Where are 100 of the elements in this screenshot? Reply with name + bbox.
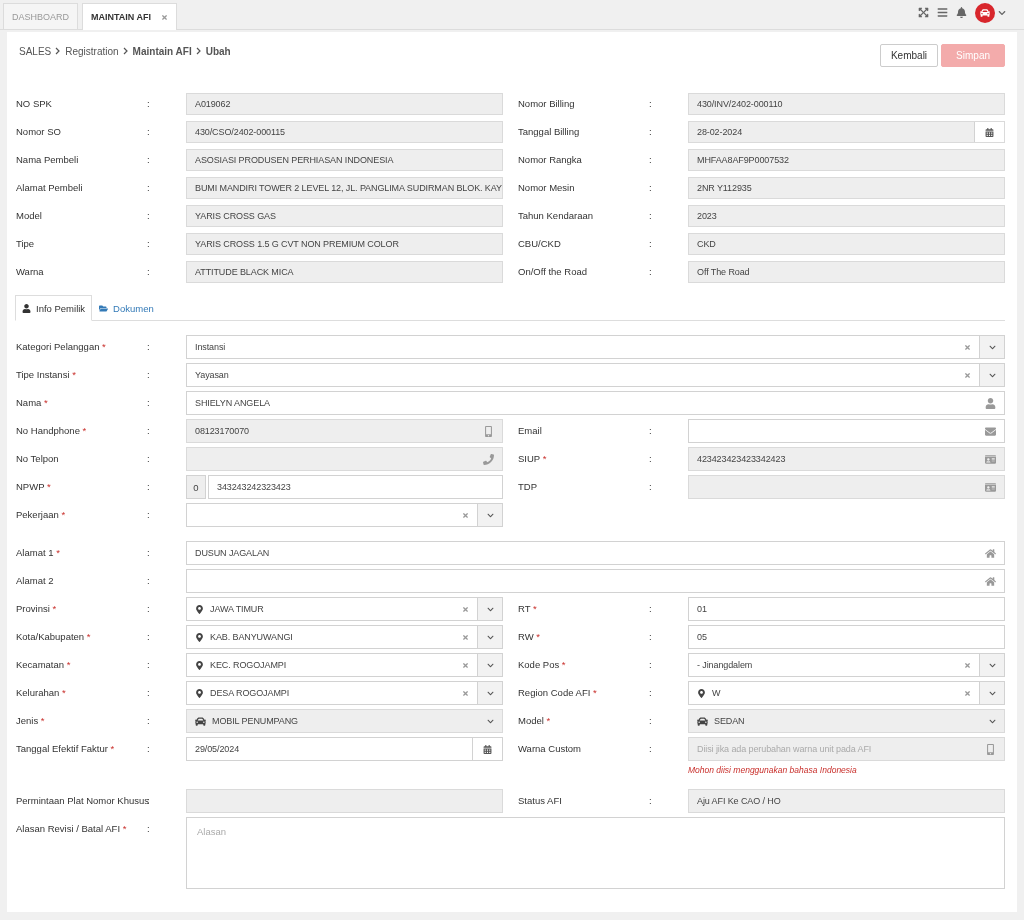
date-field[interactable]: 28-02-2024 <box>688 121 1005 143</box>
text-field[interactable]: ATTITUDE BLACK MICA <box>186 261 503 283</box>
clear-icon[interactable] <box>462 605 469 613</box>
text-field[interactable]: 343243242323423 <box>208 475 503 499</box>
pin-icon <box>195 688 204 698</box>
menu-icon[interactable] <box>937 7 948 18</box>
colon: : <box>146 396 151 410</box>
select-field[interactable]: W <box>688 681 1005 705</box>
text-field[interactable] <box>186 447 503 471</box>
text-field[interactable]: Off The Road <box>688 261 1005 283</box>
page-tab[interactable]: MAINTAIN AFI <box>82 3 177 30</box>
avatar-icon[interactable] <box>975 2 995 23</box>
clear-icon[interactable] <box>462 511 469 519</box>
clear-icon[interactable] <box>964 689 971 697</box>
caret-icon <box>486 661 494 669</box>
clear-icon[interactable] <box>964 343 971 351</box>
breadcrumb-link[interactable]: Registration <box>65 46 119 57</box>
calendar-icon <box>483 744 492 754</box>
select-field[interactable]: KAB. BANYUWANGI <box>186 625 503 649</box>
text-field[interactable]: 05 <box>688 625 1005 649</box>
chevron-icon <box>195 46 202 57</box>
breadcrumb-link[interactable]: Ubah <box>205 46 231 57</box>
breadcrumb-link[interactable]: SALES <box>19 46 52 57</box>
caret-icon <box>988 343 996 351</box>
text-field[interactable]: YARIS CROSS 1.5 G CVT NON PREMIUM COLOR <box>186 233 503 255</box>
select-field[interactable]: JAWA TIMUR <box>186 597 503 621</box>
text-field[interactable]: 430/CSO/2402-000115 <box>186 121 503 143</box>
select-field[interactable]: KEC. ROGOJAMPI <box>186 653 503 677</box>
select-field[interactable]: SEDAN <box>688 709 1005 733</box>
select-field[interactable]: MOBIL PENUMPANG <box>186 709 503 733</box>
select-field[interactable]: DESA ROGOJAMPI <box>186 681 503 705</box>
text-field[interactable]: ASOSIASI PRODUSEN PERHIASAN INDONESIA <box>186 149 503 171</box>
breadcrumb-link[interactable]: Maintain AFI <box>132 46 192 57</box>
clear-icon[interactable] <box>462 633 469 641</box>
dropdown-button[interactable] <box>477 654 502 676</box>
text-field[interactable]: Aju AFI Ke CAO / HO <box>688 789 1005 813</box>
select-field[interactable]: Instansi <box>186 335 1005 359</box>
field-label: Kota/Kabupaten * <box>15 630 92 644</box>
text-field[interactable] <box>688 475 1005 499</box>
house-icon <box>985 547 996 559</box>
field-label: Warna Custom <box>517 742 582 756</box>
clear-icon[interactable] <box>462 689 469 697</box>
text-field[interactable]: 2NR Y112935 <box>688 177 1005 199</box>
text-field[interactable]: 430/INV/2402-000110 <box>688 93 1005 115</box>
dropdown-button[interactable] <box>979 682 1004 704</box>
dropdown-button[interactable] <box>979 336 1004 358</box>
dropdown-button[interactable] <box>979 654 1004 676</box>
select-field[interactable]: - Jinangdalem <box>688 653 1005 677</box>
clear-icon[interactable] <box>964 371 971 379</box>
close-icon[interactable] <box>161 13 168 21</box>
text-field[interactable]: BUMI MANDIRI TOWER 2 LEVEL 12, JL. PANGLIMA SUDIRMAN BLOK. KAY <box>186 177 503 199</box>
select-field[interactable] <box>186 503 503 527</box>
text-field[interactable]: 423423423423342423 <box>688 447 1005 471</box>
colon: : <box>648 602 653 616</box>
dropdown-button[interactable] <box>979 364 1004 386</box>
dropdown-button[interactable] <box>477 626 502 648</box>
tab[interactable]: Dokumen <box>92 295 161 321</box>
pin-icon <box>195 632 204 642</box>
field-label: Pekerjaan * <box>15 508 67 522</box>
colon: : <box>146 237 151 251</box>
colon: : <box>146 125 151 139</box>
dropdown-button[interactable] <box>477 682 502 704</box>
text-field[interactable]: 2023 <box>688 205 1005 227</box>
text-field[interactable]: SHIELYN ANGELA <box>186 391 1005 415</box>
colon: : <box>146 714 151 728</box>
text-field[interactable] <box>688 419 1005 443</box>
field-label: No Handphone * <box>15 424 88 438</box>
caret-icon <box>486 511 494 519</box>
text-field[interactable]: 08123170070 <box>186 419 503 443</box>
calendar-button[interactable] <box>974 122 1004 142</box>
text-field[interactable]: 01 <box>688 597 1005 621</box>
clear-icon[interactable] <box>462 661 469 669</box>
colon: : <box>146 742 151 756</box>
text-field[interactable]: A019062 <box>186 93 503 115</box>
select-field[interactable]: Yayasan <box>186 363 1005 387</box>
text-field[interactable]: CKD <box>688 233 1005 255</box>
colon: : <box>146 546 151 560</box>
colon: : <box>146 452 151 466</box>
back-button[interactable]: Kembali <box>879 44 939 67</box>
text-field[interactable] <box>186 789 503 813</box>
field-label: Alamat Pembeli <box>15 181 84 195</box>
tab[interactable]: Info Pemilik <box>15 295 93 321</box>
fullscreen-icon[interactable] <box>918 7 929 18</box>
text-field[interactable] <box>186 569 1005 593</box>
caret-icon[interactable] <box>998 8 1006 17</box>
colon: : <box>648 630 653 644</box>
colon: : <box>648 97 653 111</box>
text-field[interactable]: MHFAA8AF9P0007532 <box>688 149 1005 171</box>
dropdown-button[interactable] <box>477 504 502 526</box>
chevron-icon <box>55 46 62 57</box>
colon: : <box>146 368 151 382</box>
caret-icon <box>486 605 494 613</box>
clear-icon[interactable] <box>964 661 971 669</box>
text-field[interactable]: YARIS CROSS GAS <box>186 205 503 227</box>
dropdown-button[interactable] <box>477 598 502 620</box>
text-field[interactable]: DUSUN JAGALAN <box>186 541 1005 565</box>
field-label: Tipe <box>15 237 36 251</box>
bell-icon[interactable] <box>956 7 967 18</box>
field-label: RW * <box>517 630 541 644</box>
date-field[interactable]: 29/05/2024 <box>186 737 503 761</box>
